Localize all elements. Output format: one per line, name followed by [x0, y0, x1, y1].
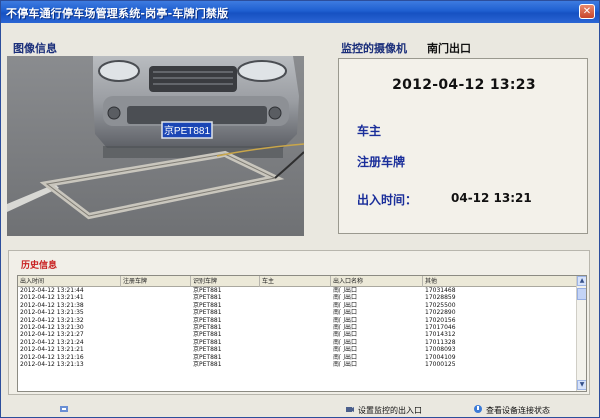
- table-row[interactable]: 2012-04-12 13:21:35 京PET881 南门出口 17022890: [18, 309, 578, 316]
- table-cell: 京PET881: [193, 323, 222, 331]
- table-cell: 17004109: [425, 353, 456, 361]
- table-cell: 17022890: [425, 309, 456, 317]
- title-bar: 不停车通行停车场管理系统-岗亭-车牌门禁版 ✕: [1, 1, 599, 23]
- table-cell: 2012-04-12 13:21:38: [20, 301, 84, 309]
- table-cell: 2012-04-12 13:21:35: [20, 309, 84, 317]
- table-cell: 南门出口: [333, 323, 358, 331]
- table-row[interactable]: 2012-04-12 13:21:13 京PET881 南门出口 17000125: [18, 361, 578, 368]
- col-header[interactable]: 出入时间: [18, 276, 121, 287]
- vertical-scrollbar[interactable]: ▲ ▼: [576, 276, 586, 391]
- table-cell: 南门出口: [333, 316, 358, 324]
- table-cell: 京PET881: [193, 346, 222, 354]
- app-icon[interactable]: [59, 404, 72, 416]
- table-cell: 南门出口: [333, 287, 358, 294]
- table-cell: 京PET881: [193, 294, 222, 302]
- current-datetime: 2012-04-12 13:23: [392, 77, 536, 93]
- close-icon[interactable]: ✕: [579, 4, 595, 19]
- table-cell: 17031468: [425, 287, 456, 294]
- table-cell: 17017046: [425, 323, 456, 331]
- table-cell: 南门出口: [333, 353, 358, 361]
- app-window: 不停车通行停车场管理系统-岗亭-车牌门禁版 ✕ 图像信息 监控的摄像机 南门出口: [0, 0, 600, 418]
- history-group: 历史信息 出入时间 注册车牌 识别车牌 车主 出入口名称 其他 2012-04-…: [8, 250, 590, 395]
- table-cell: 京PET881: [193, 301, 222, 309]
- view-status-label: 查看设备连接状态: [486, 406, 550, 415]
- table-cell: 京PET881: [193, 353, 222, 361]
- camera-icon: [346, 407, 354, 412]
- table-cell: 南门出口: [333, 346, 358, 354]
- car-plate-text: 京PET881: [164, 124, 211, 137]
- table-cell: 京PET881: [193, 338, 222, 346]
- table-cell: 南门出口: [333, 338, 358, 346]
- scroll-down-icon[interactable]: ▼: [577, 380, 586, 390]
- table-cell: 17011328: [425, 338, 456, 346]
- status-icon: [474, 405, 482, 413]
- table-cell: 2012-04-12 13:21:44: [20, 287, 84, 294]
- col-header[interactable]: 注册车牌: [121, 276, 191, 287]
- table-cell: 京PET881: [193, 331, 222, 339]
- table-cell: 南门出口: [333, 360, 358, 368]
- table-cell: 2012-04-12 13:21:16: [20, 353, 84, 361]
- table-cell: 南门出口: [333, 309, 358, 317]
- table-cell: 2012-04-12 13:21:13: [20, 360, 84, 368]
- table-row[interactable]: 2012-04-12 13:21:27 京PET881 南门出口 17014312: [18, 331, 578, 338]
- table-row[interactable]: 2012-04-12 13:21:21 京PET881 南门出口 17008093: [18, 346, 578, 353]
- monitor-camera-label: 监控的摄像机: [341, 42, 407, 55]
- table-cell: 2012-04-12 13:21:32: [20, 316, 84, 324]
- col-header[interactable]: 车主: [260, 276, 331, 287]
- table-row[interactable]: 2012-04-12 13:21:24 京PET881 南门出口 17011328: [18, 339, 578, 346]
- table-cell: 17020156: [425, 316, 456, 324]
- registered-plate-label: 注册车牌: [357, 155, 406, 169]
- table-cell: 2012-04-12 13:21:41: [20, 294, 84, 302]
- table-cell: 17014312: [425, 331, 456, 339]
- table-cell: 17025500: [425, 301, 456, 309]
- table-cell: 2012-04-12 13:21:30: [20, 323, 84, 331]
- table-cell: 2012-04-12 13:21:27: [20, 331, 84, 339]
- history-title: 历史信息: [21, 261, 58, 271]
- image-info-label: 图像信息: [13, 42, 57, 55]
- owner-label: 车主: [357, 124, 382, 138]
- camera-scene: 京PET881: [7, 56, 304, 236]
- table-cell: 南门出口: [333, 294, 358, 302]
- camera-name: 南门出口: [427, 42, 471, 55]
- table-row[interactable]: 2012-04-12 13:21:32 京PET881 南门出口 17020156: [18, 317, 578, 324]
- table-cell: 京PET881: [193, 287, 222, 294]
- col-header[interactable]: 识别车牌: [191, 276, 260, 287]
- window-title: 不停车通行停车场管理系统-岗亭-车牌门禁版: [6, 7, 229, 20]
- table-row[interactable]: 2012-04-12 13:21:30 京PET881 南门出口 17017046: [18, 324, 578, 331]
- set-camera-button[interactable]: 设置监控的出入口: [345, 404, 422, 416]
- col-header[interactable]: 其他: [423, 276, 578, 287]
- table-header: 出入时间 注册车牌 识别车牌 车主 出入口名称 其他: [18, 276, 578, 287]
- view-status-button[interactable]: 查看设备连接状态: [473, 404, 550, 416]
- set-camera-label: 设置监控的出入口: [358, 406, 422, 415]
- table-cell: 南门出口: [333, 301, 358, 309]
- history-table[interactable]: 出入时间 注册车牌 识别车牌 车主 出入口名称 其他 2012-04-12 13…: [17, 275, 587, 392]
- camera-image: 京PET881: [7, 56, 304, 236]
- inout-time-label: 出入时间：: [357, 193, 418, 207]
- table-cell: 南门出口: [333, 331, 358, 339]
- table-row[interactable]: 2012-04-12 13:21:44 京PET881 南门出口 17031468: [18, 287, 578, 294]
- col-header[interactable]: 出入口名称: [331, 276, 423, 287]
- table-cell: 京PET881: [193, 360, 222, 368]
- table-cell: 17028859: [425, 294, 456, 302]
- table-cell: 2012-04-12 13:21:24: [20, 338, 84, 346]
- table-cell: 17008093: [425, 346, 456, 354]
- table-row[interactable]: 2012-04-12 13:21:16 京PET881 南门出口 17004109: [18, 354, 578, 361]
- table-cell: 京PET881: [193, 309, 222, 317]
- table-row[interactable]: 2012-04-12 13:21:38 京PET881 南门出口 17025500: [18, 302, 578, 309]
- table-body: 2012-04-12 13:21:44 京PET881 南门出口 17031468 20…: [18, 287, 578, 368]
- inout-time-value: 04-12 13:21: [451, 191, 532, 205]
- table-cell: 17000125: [425, 360, 456, 368]
- scroll-thumb[interactable]: [577, 288, 586, 300]
- table-cell: 2012-04-12 13:21:21: [20, 346, 84, 354]
- table-row[interactable]: 2012-04-12 13:21:41 京PET881 南门出口 17028859: [18, 294, 578, 301]
- info-panel: 2012-04-12 13:23 车主 注册车牌 出入时间： 04-12 13:…: [338, 58, 588, 234]
- table-cell: 京PET881: [193, 316, 222, 324]
- scroll-up-icon[interactable]: ▲: [577, 276, 586, 286]
